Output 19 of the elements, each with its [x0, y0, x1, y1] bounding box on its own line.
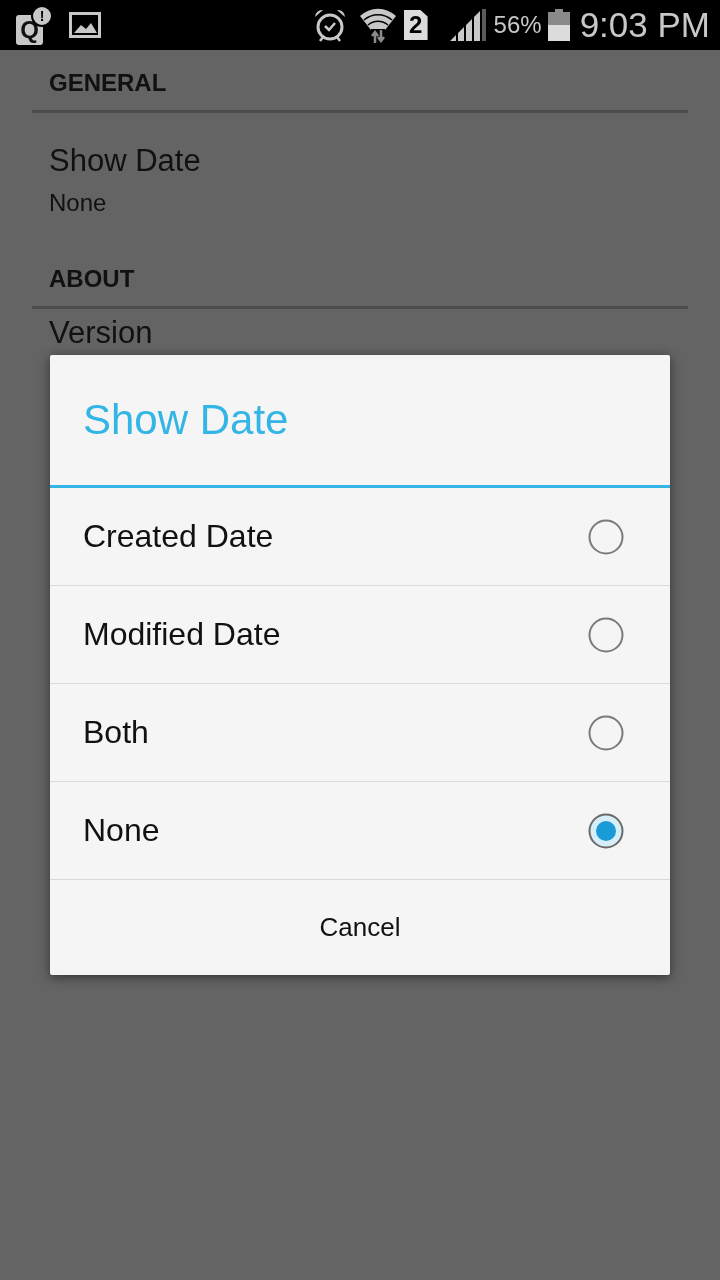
dialog-title: Show Date	[82, 395, 290, 445]
picture-icon	[69, 12, 101, 38]
option-item[interactable]: Modified Date	[50, 586, 670, 684]
clock-time: 9:03 PM	[579, 5, 710, 45]
signal-strength-icon	[449, 9, 486, 41]
setting-title: Show Date	[49, 143, 202, 179]
sim-card-indicator: 2	[403, 10, 428, 40]
setting-title: Version	[49, 316, 154, 350]
battery-percentage: 56%	[493, 11, 542, 39]
option-item[interactable]: None	[50, 782, 670, 880]
alarm-clock-icon	[312, 8, 347, 42]
section-header: GENERAL	[32, 50, 688, 113]
cancel-button[interactable]: Cancel	[50, 880, 670, 975]
wifi-icon	[359, 7, 396, 43]
option-item[interactable]: Both	[50, 684, 670, 782]
battery-icon	[547, 9, 570, 41]
section-header: ABOUT	[32, 246, 688, 309]
setting-value: None	[49, 188, 108, 218]
option-item[interactable]: Created Date	[50, 488, 670, 586]
